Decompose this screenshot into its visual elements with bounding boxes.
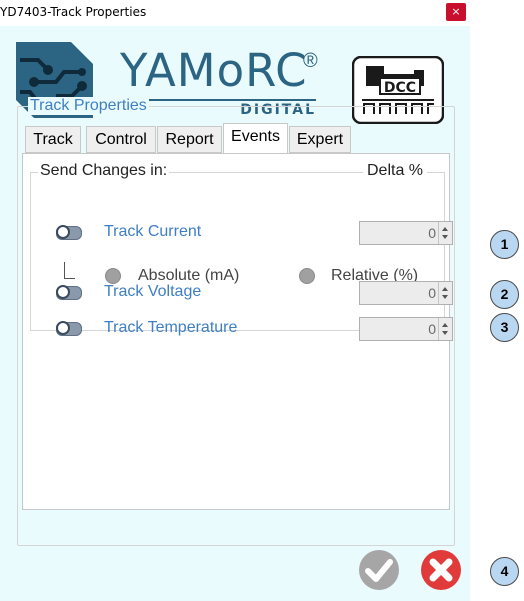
track-temperature-toggle[interactable]	[56, 321, 82, 336]
cancel-button[interactable]	[420, 549, 462, 591]
check-circle-icon	[359, 550, 399, 590]
spin-arrows[interactable]	[438, 222, 452, 244]
toggle-off-icon	[56, 225, 70, 239]
spin-up-icon[interactable]	[442, 227, 448, 231]
absolute-radio[interactable]	[105, 268, 121, 284]
callout-badge-3: 3	[490, 313, 519, 342]
tab-track[interactable]: Track	[25, 126, 81, 153]
spin-down-icon[interactable]	[442, 295, 448, 299]
track-temperature-label[interactable]: Track Temperature	[104, 319, 237, 337]
tab-events[interactable]: Events	[223, 123, 288, 154]
track-voltage-delta-spinbox[interactable]: 0	[359, 281, 453, 305]
spin-arrows[interactable]	[438, 282, 452, 304]
dcc-text: DCC	[384, 80, 416, 96]
toggle-off-icon	[56, 321, 70, 335]
spin-arrows[interactable]	[438, 318, 452, 340]
track-current-delta-spinbox[interactable]: 0	[359, 221, 453, 245]
callout-badge-4: 4	[490, 557, 519, 586]
brand-wordmark: YAMoRC	[120, 44, 308, 97]
spin-value: 0	[428, 321, 436, 337]
tab-expert[interactable]: Expert	[289, 126, 351, 153]
spin-value: 0	[428, 225, 436, 241]
toggle-off-icon	[56, 285, 70, 299]
track-current-label[interactable]: Track Current	[104, 223, 201, 241]
spin-up-icon[interactable]	[442, 287, 448, 291]
track-current-toggle[interactable]	[56, 225, 82, 240]
spin-value: 0	[428, 285, 436, 301]
tree-connector	[64, 262, 75, 279]
spin-down-icon[interactable]	[442, 235, 448, 239]
title-bar: YD7403-Track Properties ×	[0, 0, 524, 26]
window-title: YD7403-Track Properties	[0, 5, 147, 19]
send-changes-frame	[30, 172, 445, 331]
callout-badge-2: 2	[490, 280, 519, 309]
tab-control[interactable]: Control	[86, 126, 156, 153]
spin-down-icon[interactable]	[442, 331, 448, 335]
delta-title: Delta %	[363, 162, 428, 180]
spin-up-icon[interactable]	[442, 323, 448, 327]
track-voltage-label[interactable]: Track Voltage	[104, 283, 201, 301]
send-changes-title: Send Changes in:	[38, 162, 170, 180]
group-title: Track Properties	[28, 97, 149, 115]
ok-button[interactable]	[358, 549, 400, 591]
track-voltage-toggle[interactable]	[56, 285, 82, 300]
callout-badge-1: 1	[490, 230, 519, 259]
track-temperature-delta-spinbox[interactable]: 0	[359, 317, 453, 341]
close-button[interactable]: ×	[446, 3, 466, 21]
tab-report[interactable]: Report	[157, 126, 222, 153]
relative-radio[interactable]	[299, 268, 315, 284]
registered-mark: ®	[303, 50, 318, 72]
